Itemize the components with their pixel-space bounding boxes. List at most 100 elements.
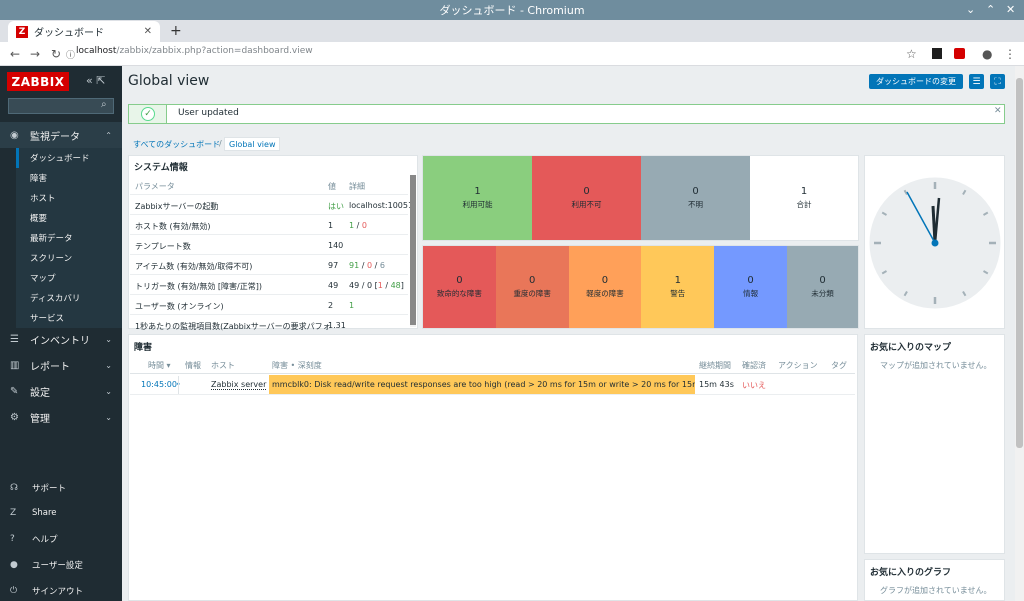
kiosk-mode-button[interactable]: ⛶ [990, 74, 1005, 89]
favorite-graphs-empty: グラフが追加されていません。 [880, 586, 992, 595]
submenu-services[interactable]: サービス [16, 308, 122, 328]
row-detail: 91 / 0 / 6 [349, 261, 385, 270]
wrench-icon: ✎ [10, 385, 19, 397]
sidebar-user-settings[interactable]: ● ユーザー設定 [10, 559, 83, 571]
severity-tile-disaster[interactable]: 0 致命的な障害 [423, 246, 496, 328]
submenu-discovery[interactable]: ディスカバリ [16, 288, 122, 308]
clock-widget [864, 155, 1005, 329]
system-info-scrollbar-thumb[interactable] [410, 175, 416, 325]
detail-prefix: 49 / 0 [ [349, 281, 378, 290]
minimize-icon[interactable]: ⌄ [966, 3, 975, 16]
row-param: ホスト数 (有効/無効) [135, 222, 211, 231]
menu-label: レポート [30, 361, 70, 373]
tile-label: 不明 [688, 200, 703, 209]
tile-count: 0 [456, 275, 463, 286]
share-z-icon: Z [10, 508, 17, 518]
browser-tab[interactable]: Z ダッシュボード ✕ [8, 21, 160, 42]
zabbix-logo[interactable]: ZABBIX [7, 72, 69, 91]
sidebar-help-label: ヘルプ [32, 535, 58, 545]
submenu-maps[interactable]: マップ [16, 268, 122, 288]
menu-label: インベントリ [30, 335, 90, 347]
menu-label: 設定 [30, 387, 50, 399]
favorite-maps-title: お気に入りのマップ [870, 343, 952, 353]
problem-ack-link[interactable]: いいえ [742, 380, 766, 391]
tile-label: 利用可能 [462, 200, 493, 209]
power-icon: ⏻ [10, 586, 18, 596]
submenu-screens[interactable]: スクリーン [16, 248, 122, 268]
browser-menu-icon[interactable]: ⋮ [1004, 47, 1016, 61]
sidebar-collapse-icon[interactable]: « ⇱ [86, 74, 105, 87]
submenu-dashboard[interactable]: ダッシュボード [16, 148, 122, 168]
search-icon[interactable]: ⌕ [101, 99, 107, 110]
close-window-icon[interactable]: ✕ [1006, 3, 1015, 16]
menu-reports[interactable]: ▥ レポート ⌄ [0, 352, 122, 378]
message-close-icon[interactable]: ✕ [994, 106, 1002, 116]
submenu-hosts[interactable]: ホスト [16, 188, 122, 208]
problem-host-link[interactable]: Zabbix server [211, 380, 267, 390]
edit-dashboard-button[interactable]: ダッシュボードの変更 [869, 74, 963, 89]
severity-tile-warning[interactable]: 1 警告 [641, 246, 715, 328]
sidebar-signout[interactable]: ⏻ サインアウト [10, 585, 83, 597]
row-detail: 1 / 0 [349, 221, 367, 230]
severity-tile-not-classified[interactable]: 0 未分類 [787, 246, 858, 328]
menu-inventory[interactable]: ☰ インベントリ ⌄ [0, 326, 122, 352]
new-tab-button[interactable]: + [170, 23, 182, 39]
info-icon[interactable]: ⓘ [66, 48, 75, 61]
chevron-up-icon: ⌃ [105, 130, 112, 140]
tab-close-icon[interactable]: ✕ [144, 26, 152, 37]
breadcrumb-current[interactable]: Global view [224, 137, 281, 151]
eye-icon: ◉ [10, 129, 19, 141]
detail-ok: 48 [390, 281, 401, 290]
row-detail: 1 [349, 301, 355, 310]
submenu-latest-data[interactable]: 最新データ [16, 228, 122, 248]
header-param: パラメータ [135, 182, 175, 191]
shield-extension-icon[interactable] [954, 48, 965, 59]
detail-suffix: ] [400, 281, 404, 290]
sidebar-share-label: Share [32, 508, 57, 518]
problem-description[interactable]: mmcblk0: Disk read/write request respons… [269, 375, 695, 394]
bookmark-star-icon[interactable]: ☆ [906, 47, 917, 61]
availability-tile-unavailable[interactable]: 0 利用不可 [532, 156, 641, 240]
availability-tile-total[interactable]: 1 合計 [750, 156, 858, 240]
tile-label: 軽度の障害 [586, 289, 624, 298]
row-param: トリガー数 (有効/無効 [障害/正常]) [135, 282, 262, 291]
sidebar-share[interactable]: Z Share [10, 508, 57, 518]
profile-icon[interactable]: ● [982, 47, 992, 61]
col-host: ホスト [211, 361, 235, 370]
col-time[interactable]: 時間 ▾ [148, 360, 171, 371]
menu-administration[interactable]: ⚙ 管理 ⌄ [0, 404, 122, 430]
url-field[interactable]: localhost/zabbix/zabbix.php?action=dashb… [76, 46, 313, 56]
tile-label: 合計 [796, 200, 812, 209]
maximize-icon[interactable]: ⌃ [986, 3, 995, 16]
row-value: はい [328, 202, 344, 211]
menu-label: 監視データ [30, 131, 80, 143]
detail-sep: / [382, 281, 391, 290]
sidebar-support[interactable]: ☊ サポート [10, 482, 66, 494]
col-problem: 障害 • 深刻度 [272, 361, 322, 370]
availability-tile-unknown[interactable]: 0 不明 [641, 156, 750, 240]
submenu-problems[interactable]: 障害 [16, 168, 122, 188]
severity-tile-information[interactable]: 0 情報 [714, 246, 787, 328]
back-icon[interactable]: ← [10, 47, 20, 61]
page-scrollbar-thumb[interactable] [1016, 78, 1023, 448]
severity-tile-average[interactable]: 0 軽度の障害 [568, 246, 642, 328]
dashboard-list-button[interactable]: ☰ [969, 74, 984, 89]
sidebar-search-input[interactable] [8, 98, 114, 114]
submenu-overview[interactable]: 概要 [16, 208, 122, 228]
sidebar-help[interactable]: ? ヘルプ [10, 533, 58, 545]
problem-time-link[interactable]: 10:45:00 [141, 380, 177, 389]
menu-monitoring[interactable]: ◉ 監視データ ⌃ [0, 122, 122, 148]
system-info-title: システム情報 [134, 163, 188, 173]
extension-icon[interactable] [932, 48, 942, 59]
system-info-row: ユーザー数 (オンライン) 2 1 [130, 295, 408, 315]
tile-label: 重度の障害 [513, 289, 551, 298]
reload-icon[interactable]: ↻ [51, 47, 61, 61]
forward-icon[interactable]: → [30, 47, 40, 61]
menu-configuration[interactable]: ✎ 設定 ⌄ [0, 378, 122, 404]
availability-tile-available[interactable]: 1 利用可能 [423, 156, 532, 240]
breadcrumb-all-dashboards[interactable]: すべてのダッシュボード [133, 139, 220, 150]
severity-tile-high[interactable]: 0 重度の障害 [495, 246, 569, 328]
header-detail: 詳細 [349, 182, 365, 191]
success-message [128, 104, 1005, 124]
row-param: ユーザー数 (オンライン) [135, 302, 224, 311]
